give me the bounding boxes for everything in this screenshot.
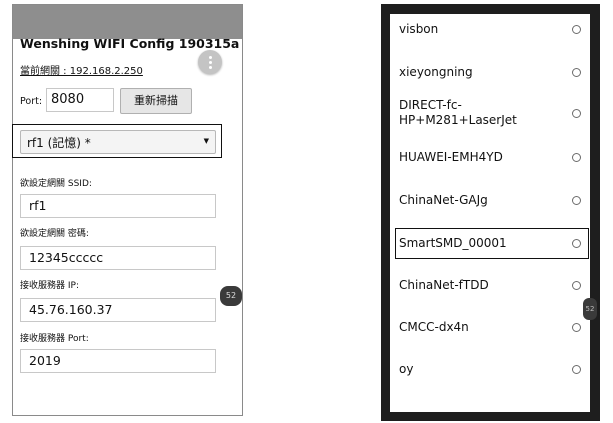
wifi-ssid: oy xyxy=(399,362,414,376)
wifi-ssid: HUAWEI-EMH4YD xyxy=(399,150,503,164)
password-label: 欲設定網關 密碼: xyxy=(20,229,89,239)
radio-icon[interactable] xyxy=(572,323,581,332)
wifi-ssid: xieyongning xyxy=(399,65,473,79)
wifi-ssid: visbon xyxy=(399,22,439,36)
radio-icon[interactable] xyxy=(572,281,581,290)
radio-icon[interactable] xyxy=(572,196,581,205)
floating-badge[interactable]: 52 xyxy=(220,286,242,306)
server-port-label: 接收服務器 Port: xyxy=(20,334,89,344)
status-bar xyxy=(13,5,242,39)
port-input[interactable]: 8080 xyxy=(46,88,114,112)
radio-icon[interactable] xyxy=(572,365,581,374)
wifi-ssid: ChinaNet-GAJg xyxy=(399,193,488,207)
current-gateway-link[interactable]: 當前網關 : 192.168.2.250 xyxy=(20,62,143,77)
rescan-button[interactable]: 重新掃描 xyxy=(120,88,192,114)
highlighted-network-outline xyxy=(395,228,589,259)
radio-icon[interactable] xyxy=(572,68,581,77)
port-label: Port: xyxy=(20,96,43,107)
wifi-list: visbon xieyongning DIRECT-fc- HP+M281+La… xyxy=(390,14,590,412)
network-select-value: rf1 (記憶) * xyxy=(27,136,91,150)
password-input[interactable]: 12345ccccc xyxy=(20,246,216,270)
wifi-ssid: CMCC-dx4n xyxy=(399,320,469,334)
server-port-input[interactable]: 2019 xyxy=(20,349,216,373)
server-ip-input[interactable]: 45.76.160.37 xyxy=(20,298,216,322)
wifi-ssid: ChinaNet-fTDD xyxy=(399,278,489,292)
radio-icon[interactable] xyxy=(572,109,581,118)
wifi-ssid: DIRECT-fc- HP+M281+LaserJet xyxy=(399,98,517,127)
app-title: Wenshing WIFI Config 190315a xyxy=(20,36,240,51)
ssid-input[interactable]: rf1 xyxy=(20,194,216,218)
more-vertical-icon[interactable] xyxy=(198,50,222,74)
network-select[interactable]: rf1 (記憶) * ▼ xyxy=(20,130,216,154)
dropdown-arrow-icon: ▼ xyxy=(203,137,209,145)
server-ip-label: 接收服務器 IP: xyxy=(20,281,79,291)
radio-icon[interactable] xyxy=(572,153,581,162)
floating-badge[interactable]: 52 xyxy=(583,298,597,320)
ssid-label: 欲設定網關 SSID: xyxy=(20,179,92,189)
radio-icon[interactable] xyxy=(572,25,581,34)
